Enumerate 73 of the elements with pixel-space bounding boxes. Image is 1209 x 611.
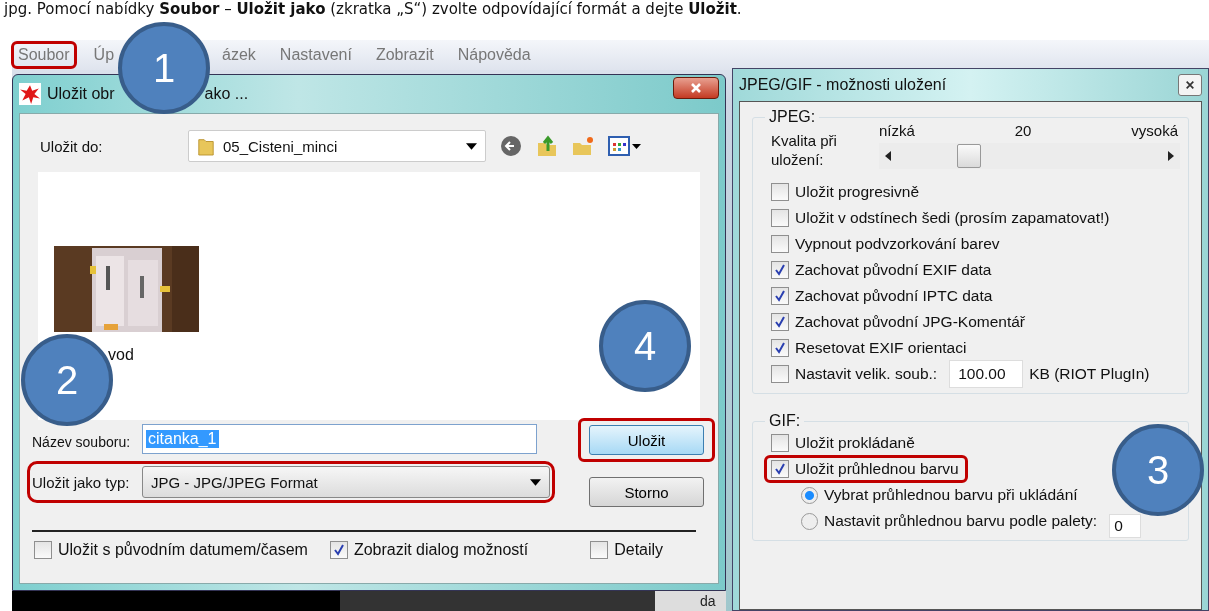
radio-button[interactable] bbox=[801, 512, 818, 530]
file-type-dropdown[interactable]: JPG - JPG/JPEG Format bbox=[142, 466, 550, 498]
menu-item[interactable]: Úp bbox=[89, 44, 119, 66]
dialog-button[interactable]: Storno bbox=[589, 477, 704, 507]
menu-item[interactable]: Soubor bbox=[14, 44, 74, 66]
checkbox[interactable] bbox=[771, 287, 789, 305]
checkbox[interactable] bbox=[771, 209, 789, 227]
option-label: Resetovat EXIF orientaci bbox=[795, 339, 967, 357]
folder-up-icon[interactable] bbox=[536, 135, 558, 157]
size-field[interactable]: 100.00 bbox=[949, 360, 1024, 388]
quality-slider[interactable] bbox=[879, 143, 1180, 169]
checkbox[interactable] bbox=[771, 313, 789, 331]
checkbox[interactable] bbox=[771, 339, 789, 357]
window-title: Uložit obr bbox=[47, 85, 115, 103]
dialog-button[interactable]: Uložit bbox=[589, 425, 704, 455]
splash-icon bbox=[19, 83, 41, 105]
group-legend: JPEG: bbox=[765, 108, 820, 126]
option-label: Uložit prokládaně bbox=[795, 434, 915, 452]
checkbox[interactable] bbox=[329, 541, 348, 559]
option-label: Nastavit průhlednou barvu podle palety: bbox=[824, 512, 1098, 530]
unit-label: KB (RIOT PlugIn) bbox=[1029, 365, 1150, 383]
menu-item[interactable]: Nápověda bbox=[453, 44, 535, 66]
option-label: Uložit v odstínech šedi (prosím zapamatovat!) bbox=[795, 209, 1110, 227]
background-text: da bbox=[700, 593, 716, 609]
caret-icon bbox=[530, 478, 541, 486]
right-arrow-icon[interactable] bbox=[1168, 151, 1174, 161]
folder-dropdown[interactable]: 05_Cisteni_minci bbox=[188, 130, 486, 162]
quality-value: 20 bbox=[1014, 122, 1032, 139]
option-label: Vybrat průhlednou barvu při ukládání bbox=[824, 486, 1078, 504]
checkbox[interactable] bbox=[771, 235, 789, 253]
checkbox[interactable] bbox=[771, 365, 789, 383]
close-button[interactable] bbox=[1178, 74, 1202, 96]
checkbox[interactable] bbox=[771, 460, 789, 478]
close-button[interactable] bbox=[673, 77, 719, 99]
checkbox[interactable] bbox=[590, 541, 609, 559]
menu-item[interactable]: Zobrazit bbox=[371, 44, 438, 66]
instruction-text: jpg. Pomocí nabídky Soubor – Uložit jako (zkratka „S“) zvolte odpovídající formát a dejte Uložit. bbox=[2, 0, 743, 20]
checkbox-label: Uložit s původním datumem/časem bbox=[58, 541, 308, 559]
caret-icon bbox=[466, 142, 477, 150]
option-label: Uložit progresivně bbox=[795, 183, 920, 201]
checkbox[interactable] bbox=[771, 183, 789, 201]
quality-label: Kvalita při uložení: bbox=[771, 131, 838, 169]
checkbox[interactable] bbox=[771, 434, 789, 452]
slider-thumb[interactable] bbox=[956, 144, 981, 168]
folder-icon bbox=[197, 136, 215, 156]
file-name-label: Název souboru: bbox=[32, 433, 132, 449]
option-label: Uložit průhlednou barvu bbox=[795, 460, 959, 478]
checkbox[interactable] bbox=[771, 261, 789, 279]
back-icon[interactable] bbox=[500, 135, 522, 157]
menu-item[interactable]: ázek bbox=[218, 44, 260, 66]
checkbox-label: Detaily bbox=[614, 541, 664, 559]
palette-field[interactable]: 0 bbox=[1109, 514, 1142, 538]
option-label: Zachovat původní EXIF data bbox=[795, 261, 992, 279]
option-label: Zachovat původní JPG-Komentář bbox=[795, 313, 1026, 331]
radio-button[interactable] bbox=[801, 486, 818, 504]
new-folder-icon[interactable] bbox=[572, 135, 594, 157]
window-title: ako ... bbox=[204, 85, 249, 103]
close-icon bbox=[689, 82, 703, 94]
group-legend: GIF: bbox=[765, 412, 805, 430]
checkbox-label: Zobrazit dialog možností bbox=[353, 541, 529, 559]
min-label: nízká bbox=[879, 122, 915, 139]
max-label: vysoká bbox=[1131, 122, 1178, 139]
window-title: JPEG/GIF - možnosti uložení bbox=[739, 76, 947, 94]
checkbox[interactable] bbox=[34, 541, 52, 559]
menu-item[interactable]: Nastavení bbox=[275, 44, 356, 66]
option-label: Nastavit velik. soub.: bbox=[795, 365, 938, 383]
left-arrow-icon[interactable] bbox=[885, 151, 891, 161]
option-label: Vypnout podvzorkování barev bbox=[795, 235, 1000, 253]
option-label: Zachovat původní IPTC data bbox=[795, 287, 993, 305]
view-menu-icon[interactable] bbox=[608, 135, 642, 157]
close-icon bbox=[1185, 80, 1195, 90]
file-type-label: Uložit jako typ: bbox=[32, 473, 131, 491]
save-in-label: Uložit do: bbox=[39, 137, 104, 155]
